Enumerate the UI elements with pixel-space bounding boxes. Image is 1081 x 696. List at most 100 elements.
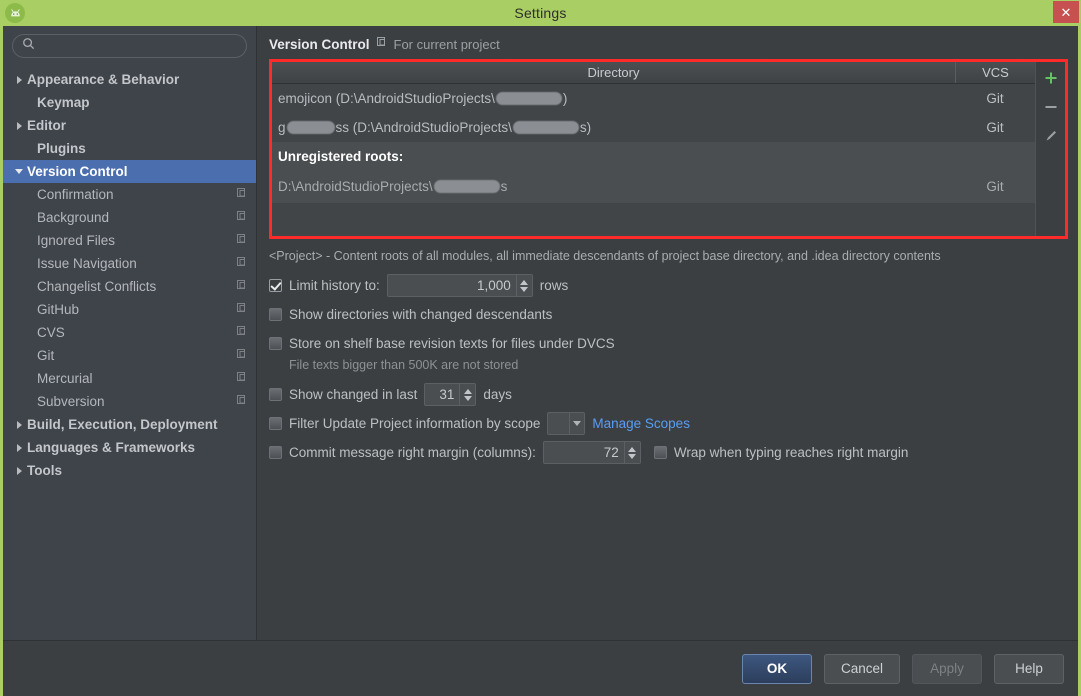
limit-history-stepper[interactable]: 1,000 [386,274,533,297]
sidebar-item-keymap[interactable]: Keymap [3,91,256,114]
table-row[interactable]: g ss (D:\AndroidStudioProjects\ s) Git [272,113,1035,142]
limit-history-checkbox[interactable] [269,279,282,292]
directory-text: D:\AndroidStudioProjects\ [278,179,433,194]
sidebar-item-background[interactable]: Background [3,206,256,229]
sidebar-item-issue-navigation[interactable]: Issue Navigation [3,252,256,275]
project-scope-icon [236,347,248,365]
show-directories-checkbox[interactable] [269,308,282,321]
sidebar-item-languages-frameworks[interactable]: Languages & Frameworks [3,436,256,459]
sidebar-item-label: Background [37,210,110,225]
sidebar-item-appearance-behavior[interactable]: Appearance & Behavior [3,68,256,91]
content-roots-description: <Project> - Content roots of all modules… [269,249,941,263]
chevron-right-icon[interactable] [11,443,27,452]
window-title: Settings [514,5,567,21]
limit-history-label: Limit history to: [289,278,380,293]
column-header-vcs[interactable]: VCS [955,62,1035,83]
directory-cell: Unregistered roots: [278,148,404,164]
search-input[interactable] [41,39,237,53]
table-toolbar [1035,62,1065,236]
table-row[interactable]: D:\AndroidStudioProjects\ s Git [272,170,1035,203]
apply-button[interactable]: Apply [912,653,982,684]
sidebar-item-cvs[interactable]: CVS [3,321,256,344]
commit-margin-checkbox[interactable] [269,446,282,459]
chevron-right-icon[interactable] [11,466,27,475]
redacted-text [512,121,579,134]
show-changed-value[interactable]: 31 [425,384,459,405]
sidebar-item-label: CVS [37,325,65,340]
add-root-button[interactable] [1038,66,1064,90]
option-store-on-shelf: Store on shelf base revision texts for f… [269,329,1068,358]
sidebar-item-label: Mercurial [37,371,93,386]
chevron-down-icon[interactable] [569,413,584,434]
scope-dropdown[interactable] [547,412,586,435]
sidebar-item-subversion[interactable]: Subversion [3,390,256,413]
settings-sidebar: Appearance & Behavior Keymap Editor Plugins… [3,26,257,640]
show-changed-stepper[interactable]: 31 [424,383,477,406]
sidebar-item-git[interactable]: Git [3,344,256,367]
show-changed-spin-arrows[interactable] [459,384,476,405]
directory-text-suffix: ) [562,91,568,106]
directory-text-suffix: s [500,179,508,194]
sidebar-item-label: Issue Navigation [37,256,137,271]
sidebar-item-plugins[interactable]: Plugins [3,137,256,160]
sidebar-item-version-control[interactable]: Version Control [3,160,256,183]
chevron-right-icon[interactable] [11,420,27,429]
limit-history-spin-arrows[interactable] [515,275,532,296]
limit-history-value[interactable]: 1,000 [388,275,516,296]
project-scope-icon [236,209,248,227]
directory-cell: emojicon (D:\AndroidStudioProjects\) [272,91,955,106]
close-icon[interactable]: ✕ [1053,1,1079,23]
sidebar-item-label: Editor [27,118,66,133]
search-wrapper [3,34,256,66]
sidebar-item-editor[interactable]: Editor [3,114,256,137]
vcs-directory-table-highlight: Directory VCS emojicon (D:\AndroidStudio… [269,59,1068,239]
wrap-typing-checkbox[interactable] [653,446,667,459]
vcs-cell: Git [986,179,1004,194]
edit-pencil-icon[interactable] [1038,124,1064,148]
sidebar-item-tools[interactable]: Tools [3,459,256,482]
directory-cell: D:\AndroidStudioProjects\ s [272,179,955,194]
sidebar-item-mercurial[interactable]: Mercurial [3,367,256,390]
sidebar-item-label: Subversion [37,394,105,409]
sidebar-item-confirmation[interactable]: Confirmation [3,183,256,206]
sidebar-item-label: Appearance & Behavior [27,72,180,87]
help-button[interactable]: Help [994,653,1064,684]
filter-scope-checkbox[interactable] [269,417,282,430]
commit-margin-stepper[interactable]: 72 [542,441,641,464]
chevron-right-icon[interactable] [11,75,27,84]
redacted-text [495,92,562,105]
remove-root-button[interactable] [1038,95,1064,119]
sidebar-item-ignored-files[interactable]: Ignored Files [3,229,256,252]
show-directories-label: Show directories with changed descendant… [289,307,553,322]
table-row[interactable]: emojicon (D:\AndroidStudioProjects\) Git [272,84,1035,113]
show-changed-checkbox[interactable] [269,388,282,401]
scope-label: For current project [393,36,500,52]
cancel-button[interactable]: Cancel [823,653,900,684]
store-on-shelf-checkbox[interactable] [269,337,282,350]
ok-button[interactable]: OK [741,653,812,684]
commit-margin-spin-arrows[interactable] [623,442,640,463]
project-scope-icon [236,255,248,273]
sidebar-item-label: Ignored Files [37,233,116,248]
vcs-directory-table: Directory VCS emojicon (D:\AndroidStudio… [272,62,1035,236]
option-limit-history: Limit history to: 1,000 rows [269,271,1068,300]
chevron-down-icon[interactable] [11,169,27,174]
sidebar-item-build-execution-deployment[interactable]: Build, Execution, Deployment [3,413,256,436]
search-box[interactable] [12,34,247,58]
sidebar-item-changelist-conflicts[interactable]: Changelist Conflicts [3,275,256,298]
store-on-shelf-label: Store on shelf base revision texts for f… [289,336,615,351]
sidebar-item-label: Changelist Conflicts [37,279,157,294]
filter-scope-label: Filter Update Project information by sco… [289,416,541,431]
main-panel: Version Control For current project Dire… [257,26,1078,640]
chevron-right-icon[interactable] [11,121,27,130]
directory-text: ss (D:\AndroidStudioProjects\ [335,120,512,135]
manage-scopes-link[interactable]: Manage Scopes [592,416,690,431]
sidebar-item-github[interactable]: GitHub [3,298,256,321]
table-section-header: Unregistered roots: [272,142,1035,170]
table-header-row: Directory VCS [272,62,1035,84]
settings-tree: Appearance & Behavior Keymap Editor Plugins… [3,66,256,640]
vcs-cell: Git [986,91,1004,106]
option-filter-by-scope: Filter Update Project information by sco… [269,409,1068,438]
commit-margin-value[interactable]: 72 [544,442,624,463]
column-header-directory[interactable]: Directory [272,62,955,83]
